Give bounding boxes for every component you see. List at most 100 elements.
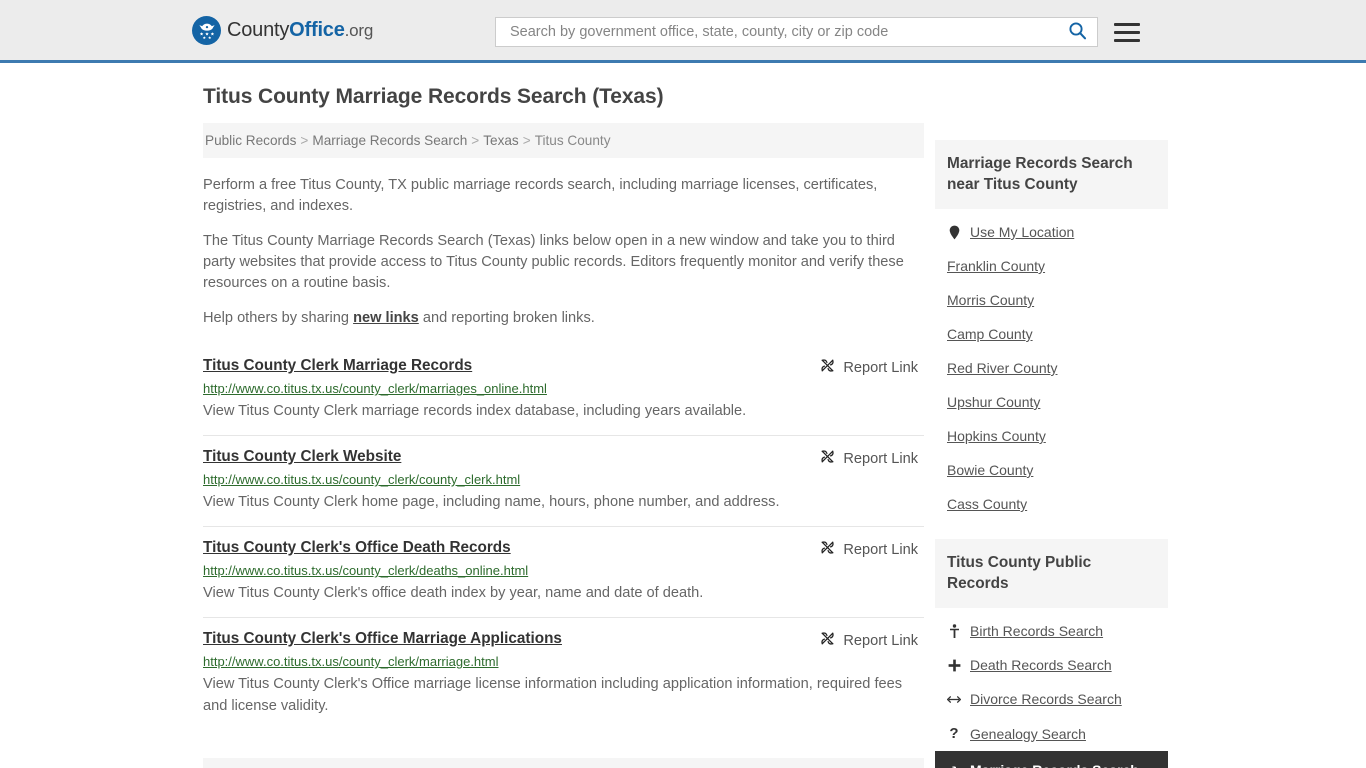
sidebar-item-upshur-county[interactable]: Upshur County xyxy=(935,385,1168,419)
result-url[interactable]: http://www.co.titus.tx.us/county_clerk/m… xyxy=(203,381,924,396)
gender-symbols-icon xyxy=(947,764,961,768)
report-link-button[interactable]: Report Link xyxy=(820,540,918,559)
panel-heading-public-records: Titus County Public Records xyxy=(935,539,1168,608)
result-description: View Titus County Clerk marriage records… xyxy=(203,403,747,419)
site-header: CountyOffice.org xyxy=(0,0,1366,63)
logo-text: CountyOffice.org xyxy=(227,19,373,42)
panel-heading-nearby: Marriage Records Search near Titus Count… xyxy=(935,140,1168,209)
sidebar-item-divorce-records-search[interactable]: Divorce Records Search xyxy=(935,682,1168,716)
result-item: Titus County Clerk Marriage Records Repo… xyxy=(203,347,924,435)
results-list: Titus County Clerk Marriage Records Repo… xyxy=(203,347,924,730)
result-title-link[interactable]: Titus County Clerk Marriage Records xyxy=(203,357,472,375)
report-link-label: Report Link xyxy=(843,359,918,376)
logo-text-county: County xyxy=(227,18,290,41)
sidebar: Marriage Records Search near Titus Count… xyxy=(935,123,1168,768)
breadcrumb-item-marriage-records-search[interactable]: Marriage Records Search xyxy=(312,133,467,148)
nearby-county-list: Use My Location Franklin County Morris C… xyxy=(935,209,1168,521)
sidebar-item-death-records-search[interactable]: Death Records Search xyxy=(935,648,1168,682)
public-records-list: Birth Records Search Death Records Searc… xyxy=(935,608,1168,768)
breadcrumb-separator: > xyxy=(471,133,480,148)
sidebar-item-label: Genealogy Search xyxy=(970,725,1086,742)
sidebar-item-label: Hopkins County xyxy=(947,428,1046,444)
intro-paragraph-3: Help others by sharing new links and rep… xyxy=(203,308,924,329)
panel-nearby-marriage-records: Marriage Records Search near Titus Count… xyxy=(935,140,1168,521)
page-container: Titus County Marriage Records Search (Te… xyxy=(0,85,1366,768)
report-link-label: Report Link xyxy=(843,450,918,467)
logo-text-office: Office xyxy=(289,18,345,41)
sidebar-item-camp-county[interactable]: Camp County xyxy=(935,317,1168,351)
search-area xyxy=(495,17,1140,47)
intro-paragraph-2: The Titus County Marriage Records Search… xyxy=(203,233,904,291)
left-right-arrow-icon xyxy=(947,694,961,705)
sidebar-item-label: Upshur County xyxy=(947,394,1041,410)
intro-p3-after: and reporting broken links. xyxy=(418,310,595,326)
sidebar-item-label: Death Records Search xyxy=(970,657,1112,673)
sidebar-item-red-river-county[interactable]: Red River County xyxy=(935,351,1168,385)
sidebar-item-label: Cass County xyxy=(947,496,1028,512)
sidebar-item-label: Marriage Records Search xyxy=(970,762,1139,768)
sidebar-item-morris-county[interactable]: Morris County xyxy=(935,283,1168,317)
sidebar-item-label: Bowie County xyxy=(947,462,1034,478)
result-title-link[interactable]: Titus County Clerk's Office Death Record… xyxy=(203,539,511,557)
eagle-badge-icon xyxy=(192,15,221,45)
sidebar-item-label: Camp County xyxy=(947,326,1033,342)
breadcrumb-separator: > xyxy=(522,133,531,148)
sidebar-item-label: Red River County xyxy=(947,360,1058,376)
breadcrumb-item-texas[interactable]: Texas xyxy=(483,133,519,148)
result-item: Titus County Clerk's Office Marriage App… xyxy=(203,617,924,730)
result-title-link[interactable]: Titus County Clerk Website xyxy=(203,448,401,466)
sidebar-item-label: Divorce Records Search xyxy=(970,691,1122,707)
site-logo[interactable]: CountyOffice.org xyxy=(192,15,373,45)
menu-bar-1 xyxy=(1114,22,1140,26)
report-link-button[interactable]: Report Link xyxy=(820,631,918,650)
search-input[interactable] xyxy=(508,19,1066,45)
report-link-button[interactable]: Report Link xyxy=(820,358,918,377)
logo-text-org: .org xyxy=(344,20,374,40)
broken-link-icon xyxy=(820,449,835,468)
sidebar-item-bowie-county[interactable]: Bowie County xyxy=(935,453,1168,487)
main-column: Public Records > Marriage Records Search > T… xyxy=(203,123,924,768)
sidebar-item-marriage-records-search[interactable]: Marriage Records Search xyxy=(935,751,1168,768)
sidebar-item-label: Morris County xyxy=(947,292,1035,308)
broken-link-icon xyxy=(820,631,835,650)
sidebar-item-birth-records-search[interactable]: Birth Records Search xyxy=(935,614,1168,648)
intro-paragraph-1: Perform a free Titus County, TX public m… xyxy=(203,177,878,214)
sidebar-item-cass-county[interactable]: Cass County xyxy=(935,487,1168,521)
sidebar-item-use-my-location[interactable]: Use My Location xyxy=(935,215,1168,249)
panel-public-records: Titus County Public Records Birth Record… xyxy=(935,539,1168,768)
result-url[interactable]: http://www.co.titus.tx.us/county_clerk/d… xyxy=(203,563,924,578)
sidebar-item-hopkins-county[interactable]: Hopkins County xyxy=(935,419,1168,453)
result-url[interactable]: http://www.co.titus.tx.us/county_clerk/c… xyxy=(203,472,924,487)
question-mark-icon: ? xyxy=(949,725,959,742)
result-description: View Titus County Clerk's Office marriag… xyxy=(203,676,903,714)
cross-icon xyxy=(947,659,961,672)
result-url[interactable]: http://www.co.titus.tx.us/county_clerk/m… xyxy=(203,654,924,669)
broken-link-icon xyxy=(820,358,835,377)
sidebar-item-franklin-county[interactable]: Franklin County xyxy=(935,249,1168,283)
sidebar-item-label: Use My Location xyxy=(970,224,1075,240)
breadcrumb-item-titus-county: Titus County xyxy=(534,133,611,148)
map-pin-icon xyxy=(947,225,961,240)
menu-bar-3 xyxy=(1114,38,1140,42)
breadcrumb-separator: > xyxy=(300,133,309,148)
breadcrumb-item-public-records[interactable]: Public Records xyxy=(205,133,296,148)
search-button[interactable] xyxy=(1066,21,1089,43)
search-icon xyxy=(1068,21,1087,43)
result-title-link[interactable]: Titus County Clerk's Office Marriage App… xyxy=(203,630,562,648)
search-box[interactable] xyxy=(495,17,1098,47)
sidebar-item-label: Franklin County xyxy=(947,258,1046,274)
panel-spacer xyxy=(935,521,1168,539)
baby-icon xyxy=(947,623,961,639)
new-links-link[interactable]: new links xyxy=(353,310,419,326)
report-link-label: Report Link xyxy=(843,541,918,558)
result-item: Titus County Clerk's Office Death Record… xyxy=(203,526,924,617)
sidebar-item-genealogy-search[interactable]: ? Genealogy Search xyxy=(935,716,1168,751)
result-description: View Titus County Clerk's office death i… xyxy=(203,585,704,601)
page-title: Titus County Marriage Records Search (Te… xyxy=(203,85,664,108)
content-row: Public Records > Marriage Records Search > T… xyxy=(203,123,1174,768)
broken-link-icon xyxy=(820,540,835,559)
report-link-button[interactable]: Report Link xyxy=(820,449,918,468)
sidebar-item-label: Birth Records Search xyxy=(970,623,1104,639)
find-records-section: Find Titus County Marriage Records xyxy=(203,758,924,768)
hamburger-menu-icon[interactable] xyxy=(1114,22,1140,42)
